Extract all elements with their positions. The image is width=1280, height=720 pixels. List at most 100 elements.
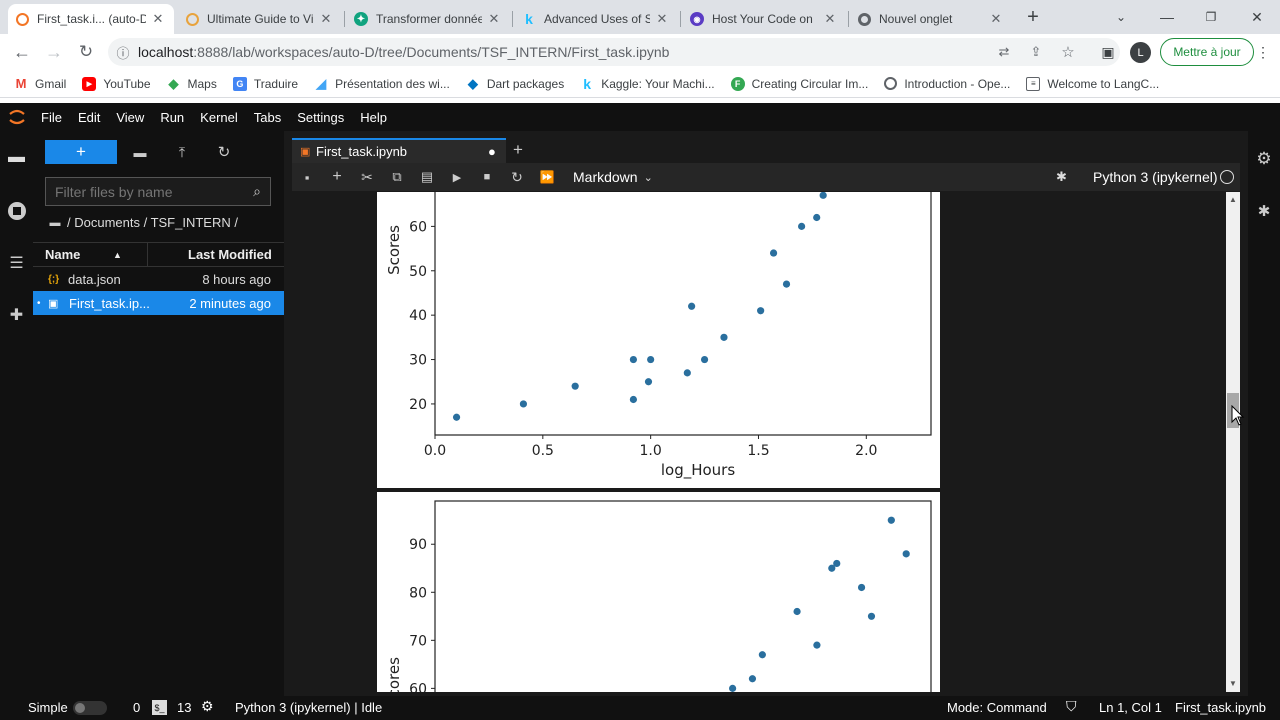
bookmark-translate[interactable]: G Traduire <box>232 76 298 91</box>
profile-avatar[interactable]: L <box>1130 42 1151 63</box>
site-info-icon[interactable]: ⓘ <box>108 43 138 62</box>
close-icon[interactable]: ✕ <box>654 11 670 27</box>
toc-icon[interactable]: ☰ <box>0 251 33 275</box>
new-folder-icon[interactable]: ▬ <box>129 142 151 162</box>
bookmark-kaggle[interactable]: k Kaggle: Your Machi... <box>580 76 714 92</box>
folder-icon[interactable]: ▬ <box>0 145 33 169</box>
debugger-bug-icon[interactable]: ✱ <box>1252 199 1276 223</box>
copy-icon[interactable]: ⧉ <box>382 169 412 185</box>
close-icon[interactable]: ✕ <box>150 11 166 27</box>
stop-icon[interactable]: ■ <box>472 171 502 183</box>
close-icon[interactable]: ✕ <box>988 11 1004 27</box>
security-shield-icon[interactable]: ⛉ <box>1066 698 1077 715</box>
menu-tabs[interactable]: Tabs <box>254 110 281 125</box>
chrome-favicon-icon <box>858 12 871 26</box>
browser-tab[interactable]: ✦ Transformer donnée ✕ <box>346 4 510 34</box>
scroll-up-icon[interactable]: ▲ <box>1229 195 1237 204</box>
running-icon[interactable] <box>0 199 33 223</box>
fast-forward-icon[interactable]: ⏩ <box>532 170 562 184</box>
minimize-button[interactable]: — <box>1154 6 1180 28</box>
name-column-header[interactable]: Name <box>45 247 113 262</box>
address-bar[interactable]: ⓘ localhost:8888/lab/workspaces/auto-D/t… <box>108 38 1120 66</box>
close-icon[interactable]: ✕ <box>822 11 838 27</box>
menu-kernel[interactable]: Kernel <box>200 110 238 125</box>
kernel-gear-icon[interactable]: ⚙ <box>201 698 214 715</box>
cell-type-select[interactable]: Markdown <box>573 169 638 185</box>
paste-icon[interactable]: ▤ <box>412 169 442 185</box>
notebook-tab[interactable]: ▣ First_task.ipynb ● <box>292 138 506 163</box>
terminals-count[interactable]: 0 <box>133 700 140 715</box>
unsaved-dot-icon[interactable]: ● <box>488 144 496 159</box>
modified-column-header[interactable]: Last Modified <box>188 247 272 262</box>
file-row-selected[interactable]: • ▣ First_task.ip... 2 minutes ago <box>33 291 284 315</box>
back-arrow-icon[interactable]: ← <box>10 40 34 64</box>
flutter-icon: ◢ <box>316 75 327 91</box>
bookmark-gmail[interactable]: M Gmail <box>14 76 67 91</box>
notebook-scrollbar[interactable]: ▲ ▼ <box>1226 192 1240 692</box>
property-inspector-gear-icon[interactable]: ⚙ <box>1252 147 1276 171</box>
filter-files-input[interactable] <box>55 183 247 200</box>
extension-puzzle-icon[interactable]: ✚ <box>0 303 33 327</box>
browser-tab[interactable]: ◉ Host Your Code on ✕ <box>682 4 846 34</box>
scatter-point <box>720 333 728 341</box>
upload-icon[interactable]: ⤒ <box>171 142 193 162</box>
url-path: :8888/lab/workspaces/auto-D/tree/Documen… <box>193 44 670 60</box>
sort-caret-up-icon[interactable]: ▲ <box>113 250 147 260</box>
browser-tab[interactable]: Ultimate Guide to Vi ✕ <box>178 4 342 34</box>
debugger-bug-icon[interactable]: ✱ <box>1056 169 1067 185</box>
home-folder-icon[interactable]: ▬ <box>47 216 63 230</box>
restore-button[interactable]: ❐ <box>1198 6 1224 28</box>
kernel-status[interactable]: Python 3 (ipykernel) | Idle <box>235 700 382 715</box>
reload-icon[interactable]: ↻ <box>74 40 98 64</box>
scatter-point <box>729 684 737 692</box>
gmail-icon: M <box>15 76 27 91</box>
mode-indicator[interactable]: Mode: Command <box>947 700 1047 715</box>
restart-icon[interactable]: ↻ <box>502 169 532 186</box>
close-icon[interactable]: ✕ <box>486 11 502 27</box>
simple-mode-toggle[interactable] <box>73 701 107 715</box>
file-row[interactable]: {;} data.json 8 hours ago <box>33 267 284 291</box>
menu-help[interactable]: Help <box>360 110 387 125</box>
menu-settings[interactable]: Settings <box>297 110 344 125</box>
bookmark-dart[interactable]: ◆ Dart packages <box>466 76 564 91</box>
close-window-button[interactable]: ✕ <box>1244 6 1270 28</box>
y-tick-label: 20 <box>409 397 427 413</box>
share-icon[interactable]: ⇪ <box>1026 42 1046 62</box>
terminal-icon[interactable]: $_ <box>152 700 167 715</box>
translate-icon[interactable]: ⇄ <box>994 42 1014 62</box>
kernels-count[interactable]: 13 <box>177 700 191 715</box>
bookmark-maps[interactable]: ◆ Maps <box>167 75 217 91</box>
browser-tab[interactable]: k Advanced Uses of S ✕ <box>514 4 678 34</box>
chevron-down-icon[interactable]: ⌄ <box>644 171 653 184</box>
tab-search-icon[interactable]: ⌄ <box>1108 6 1134 28</box>
bookmark-flutter[interactable]: ◢ Présentation des wi... <box>314 75 450 91</box>
browser-tab[interactable]: First_task.i... (auto-D ✕ <box>8 4 174 34</box>
menu-run[interactable]: Run <box>160 110 184 125</box>
update-button[interactable]: Mettre à jour <box>1160 38 1254 66</box>
side-panel-icon[interactable]: ▣ <box>1098 42 1118 62</box>
refresh-icon[interactable]: ↻ <box>213 142 235 162</box>
close-icon[interactable]: ✕ <box>318 11 334 27</box>
add-tab-button[interactable]: + <box>506 139 530 161</box>
more-menu-icon[interactable]: ⋮ <box>1254 42 1272 62</box>
menu-file[interactable]: File <box>41 110 62 125</box>
kernel-name[interactable]: Python 3 (ipykernel) <box>1093 169 1218 185</box>
run-icon[interactable]: ▶ <box>442 171 472 184</box>
browser-tab[interactable]: Nouvel onglet ✕ <box>850 4 1012 34</box>
menu-edit[interactable]: Edit <box>78 110 100 125</box>
new-tab-button[interactable]: + <box>1020 6 1046 28</box>
menu-view[interactable]: View <box>116 110 144 125</box>
cursor-position[interactable]: Ln 1, Col 1 <box>1099 700 1162 715</box>
new-launcher-button[interactable]: + <box>45 140 117 164</box>
bookmark-star-icon[interactable]: ☆ <box>1058 42 1078 62</box>
save-icon[interactable]: ▪ <box>292 170 322 185</box>
bookmark-youtube[interactable]: ▶ YouTube <box>82 76 151 91</box>
bookmark-creating-circular[interactable]: F Creating Circular Im... <box>730 76 868 91</box>
forward-arrow-icon[interactable]: → <box>42 40 66 64</box>
cut-icon[interactable]: ✂ <box>352 169 382 186</box>
insert-cell-icon[interactable]: + <box>322 168 352 186</box>
maps-icon: ◆ <box>168 75 179 91</box>
bookmark-introduction[interactable]: Introduction - Ope... <box>884 77 1010 91</box>
scroll-down-icon[interactable]: ▼ <box>1229 679 1237 688</box>
bookmark-langchain[interactable]: ≡ Welcome to LangC... <box>1026 76 1159 91</box>
